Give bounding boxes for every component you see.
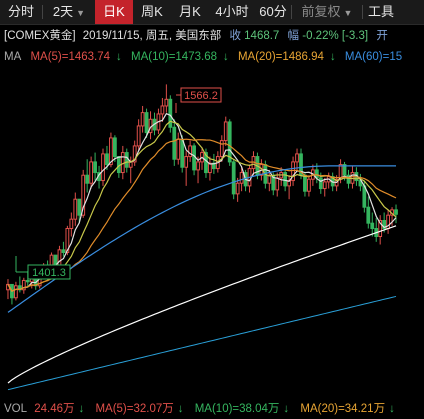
ma20-text: MA(20)=1486.94 [237,51,324,63]
tab-4hour[interactable]: 4小时 [209,0,255,24]
candle-up [295,153,299,163]
candle-up [275,177,280,191]
vol-ma20: MA(20)=34.21万 ↓ [300,403,398,415]
candle-up [307,178,311,192]
candle-up [120,152,125,174]
vol-ma5-text: MA(5)=32.07万 [95,403,174,415]
candle-down [124,152,129,168]
vol-ma20-text: MA(20)=34.21万 [300,403,386,415]
tab-daily-k[interactable]: 日K [95,0,133,24]
candle-up [235,182,240,195]
candle-down [318,177,323,190]
vol-value: 24.46万 ↓ [34,403,88,415]
arrow-down-icon: ↓ [78,403,85,415]
tools-button[interactable]: 工具 [363,0,399,24]
volume-legend: VOL 24.46万 ↓ MA(5)=32.07万 ↓ MA(10)=38.04万 ↓… [0,399,424,419]
close-value: 1468.7 [244,30,280,42]
candle-up [136,125,141,147]
change-label: 幅 [287,30,300,42]
candle-up [164,98,169,107]
vol-text: 24.46万 [34,403,75,415]
high-marker-label: 1566.2 [184,90,218,102]
candle-up [140,112,145,127]
low-marker-label: 1401.3 [32,267,66,279]
candle-up [101,153,105,182]
tab-intraday[interactable]: 分时 [0,0,42,24]
vol-ma5: MA(5)=32.07万 ↓ [95,403,187,415]
vol-ma10-text: MA(10)=38.04万 [194,403,280,415]
arrow-down-icon: ↓ [116,51,122,63]
ma250-line [7,295,397,391]
ma-label: MA [4,51,22,63]
candle-up [219,140,224,158]
candle-up [176,138,181,160]
candle-up [57,249,62,267]
ma10-text: MA(10)=1473.68 [131,51,217,63]
candle-up [322,181,327,190]
arrow-down-icon: ↓ [389,403,395,415]
adjust-label: 前复权 [301,4,341,19]
candle-down [116,156,121,174]
candle-down [168,98,173,128]
candle-down [394,209,398,215]
candle-down [192,145,196,171]
candle-down [227,121,232,163]
quote-date: 2019/11/15, 周五, 美国东部 [82,30,222,42]
chevron-down-icon: ▼ [76,8,86,18]
candle-up [73,198,78,220]
candle-down [370,222,375,230]
candle-down [172,126,177,160]
arrow-down-icon: ↓ [283,403,290,415]
candle-up [223,121,228,142]
candle-up [160,105,165,115]
kline-chart[interactable]: 1566.2 1401.3 [0,66,424,399]
arrow-down-icon: ↓ [329,51,336,63]
chevron-down-icon: ▼ [343,8,353,18]
arrow-down-icon: ↓ [223,51,229,63]
high-annotation: 1566.2 [175,87,222,113]
vol-label: VOL [4,403,28,415]
close-label: 收 [229,30,241,42]
open-label: 开 [376,30,388,42]
candle-down [113,137,117,158]
candle-down [180,138,185,168]
ma10-value: MA(10)=1473.68 ↓ [131,51,229,63]
candle-up [184,156,189,168]
candle-up [69,218,74,230]
change-amount: [-3.3] [341,30,369,42]
candle-down [144,112,149,134]
ma5-value: MA(5)=1463.74 ↓ [30,51,121,63]
candle-up [89,161,94,184]
tab-2day-label: 2天 [52,4,74,19]
ma-legend: MA MA(5)=1463.74 ↓ MA(10)=1473.68 ↓ MA(20)… [4,49,424,65]
tab-monthly-k[interactable]: 月K [171,0,209,24]
candle-up [196,161,200,171]
candle-up [239,172,244,184]
symbol-name: [COMEX黄金] [4,30,76,42]
change-percent: -0.22% [302,30,339,42]
tab-60min[interactable]: 60分 [255,0,291,24]
arrow-down-icon: ↓ [177,403,184,415]
ma20-value: MA(20)=1486.94 ↓ [238,51,336,63]
candle-down [93,161,97,174]
vol-ma10: MA(10)=38.04万 ↓ [195,403,293,415]
adjust-dropdown[interactable]: 前复权 ▼ [292,0,362,24]
candle-down [77,198,82,216]
candle-down [231,161,236,195]
candle-up [188,145,193,158]
candle-down [61,249,66,253]
candle-down [303,174,307,192]
candle-down [105,153,109,166]
quote-info: [COMEX黄金] 2019/11/15, 周五, 美国东部 收 1468.7 … [4,27,424,45]
tab-weekly-k[interactable]: 周K [133,0,171,24]
candle-down [85,174,90,184]
ma5-text: MA(5)=1463.74 [30,51,111,63]
ma60-value: MA(60)=15 [344,51,403,63]
candle-up [14,285,18,299]
tab-2day[interactable]: 2天 ▼ [43,0,95,24]
candle-down [366,206,371,224]
period-tabs: 分时 2天 ▼ 日K 周K 月K 4小时 60分 前复权 ▼ 工具 [0,0,424,25]
candle-down [25,279,30,283]
